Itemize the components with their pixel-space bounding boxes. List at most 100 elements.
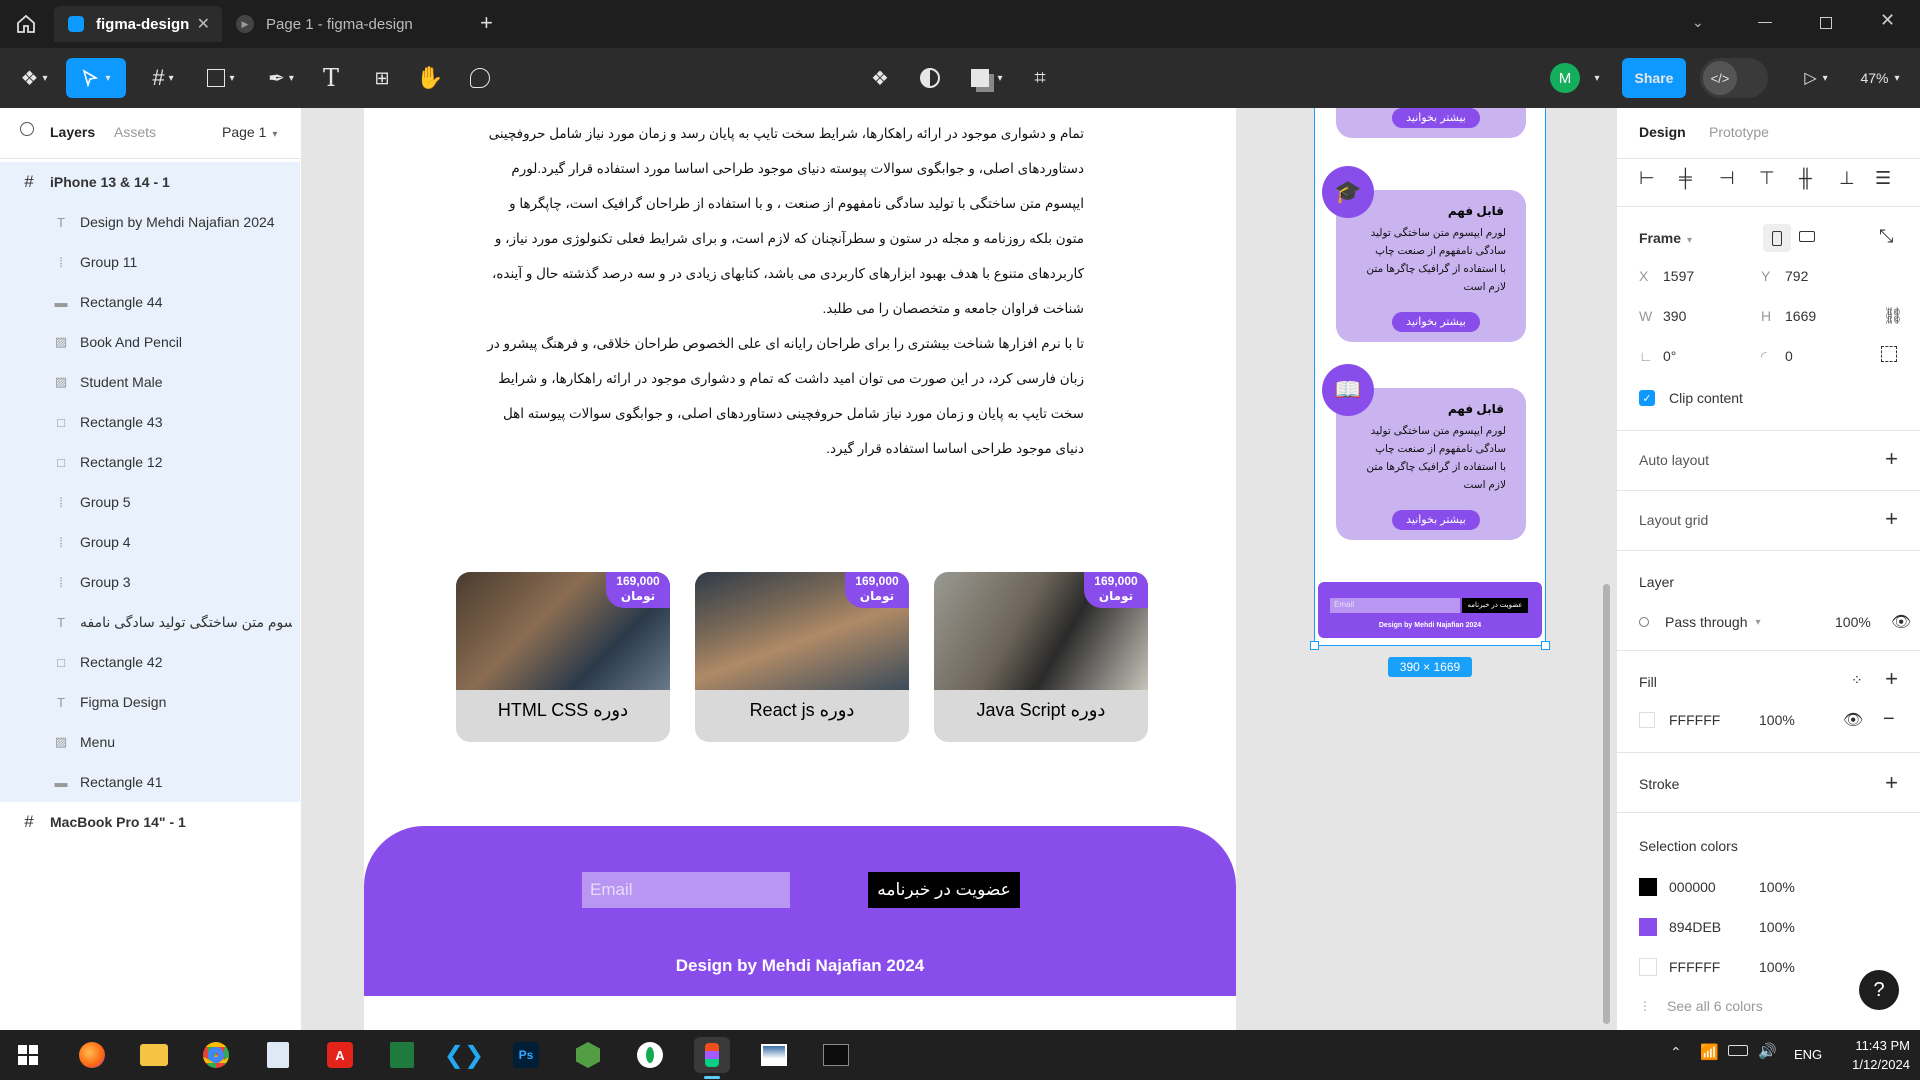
desktop-frame[interactable]: تمام و دشواری موجود در ارائه راهکارها، ش… [364,108,1236,1030]
add-fill-icon[interactable]: + [1885,666,1898,692]
add-auto-layout-icon[interactable]: + [1885,446,1898,472]
fill-row[interactable]: FFFFFF 100% [1639,712,1795,728]
align-left-icon[interactable]: ⊢ [1639,168,1655,189]
battery-icon[interactable] [1728,1045,1748,1056]
layer-row[interactable]: □ Rectangle 42 [0,642,300,682]
zoom-dropdown[interactable]: 47% ▾ [1852,58,1908,98]
crop-icon[interactable]: ⌗ [1022,58,1058,98]
h-field[interactable]: H 1669 [1761,300,1871,332]
move-tool-icon[interactable]: ▾ [66,58,126,98]
blend-mode-dropdown[interactable]: Pass through ▾ [1639,614,1761,630]
file-explorer-icon[interactable] [136,1037,172,1073]
selection-color-row[interactable]: 000000 100% [1639,878,1795,896]
course-card-react[interactable]: 169,000 تومان React js دوره [695,572,909,742]
mongodb-icon[interactable] [632,1037,668,1073]
tab-assets[interactable]: Assets [114,124,156,140]
close-window-icon[interactable]: ✕ [1880,10,1895,31]
frame-tool-icon[interactable]: # ▾ [140,58,186,98]
style-grid-icon[interactable]: ⁘ [1851,672,1863,689]
volume-icon[interactable]: 🔊 [1758,1042,1777,1060]
constrain-proportions-icon[interactable]: ⛓ [1883,306,1903,326]
photos-icon[interactable] [756,1037,792,1073]
vscode-icon[interactable]: ❮❯ [444,1037,484,1073]
firefox-icon[interactable] [74,1037,110,1073]
tab-prototype[interactable]: Prototype [1709,124,1769,140]
minimize-icon[interactable] [1758,22,1772,23]
canvas[interactable]: تمام و دشواری موجود در ارائه راهکارها، ش… [302,108,1616,1030]
tab-design[interactable]: Design [1639,124,1686,140]
align-top-icon[interactable]: ⊤ [1759,168,1775,189]
layer-row[interactable]: ▬ Rectangle 44 [0,282,300,322]
comment-tool-icon[interactable] [462,58,498,98]
rectangle-tool-icon[interactable]: ▾ [198,58,244,98]
layer-row[interactable]: ⁞ Group 3 [0,562,300,602]
layer-row[interactable]: ▨ Menu [0,722,300,762]
align-center-v-icon[interactable]: ╫ [1799,168,1812,189]
resize-handle[interactable] [1310,641,1319,650]
y-field[interactable]: Y 792 [1761,260,1871,292]
main-menu-icon[interactable]: ❖ ▾ [14,58,54,98]
new-tab-icon[interactable]: + [480,10,493,36]
chevron-up-icon[interactable]: ⌃ [1670,1044,1682,1061]
layer-opacity[interactable]: 100% [1835,614,1871,630]
mask-icon[interactable] [912,58,948,98]
x-field[interactable]: X 1597 [1639,260,1749,292]
tab-figma-design[interactable]: figma-design ✕ [54,6,222,42]
terminal-icon[interactable] [818,1037,854,1073]
frame-dropdown[interactable]: Frame ▾ [1639,230,1692,246]
align-center-h-icon[interactable]: ╪ [1679,168,1692,189]
course-card-html[interactable]: 169,000 تومان HTML CSS دوره [456,572,670,742]
layer-row[interactable]: T لورم ایپسوم متن ساختگی تولید سادگی نامف… [0,602,300,642]
clock[interactable]: 11:43 PM 1/12/2024 [1830,1036,1910,1074]
language-indicator[interactable]: ENG [1794,1047,1822,1062]
layer-row[interactable]: ⁞ Group 5 [0,482,300,522]
layer-row[interactable]: ▬ Rectangle 41 [0,762,300,802]
radius-field[interactable]: ◜ 0 [1761,340,1871,372]
eye-icon[interactable]: 👁 [1891,612,1911,632]
excel-icon[interactable] [384,1037,420,1073]
photoshop-icon[interactable]: Ps [508,1037,544,1073]
notepad-icon[interactable] [260,1037,296,1073]
tab-page-1[interactable]: ▶ Page 1 - figma-design [236,6,466,42]
clip-content-checkbox[interactable]: ✓ Clip content [1639,390,1743,406]
w-field[interactable]: W 390 [1639,300,1749,332]
eye-icon[interactable]: 👁 [1843,710,1863,730]
layer-row[interactable]: ⁞ Group 4 [0,522,300,562]
chrome-icon[interactable] [198,1037,234,1073]
home-icon[interactable] [14,12,38,36]
figma-icon[interactable] [694,1037,730,1073]
acrobat-icon[interactable]: A [322,1037,358,1073]
add-layout-grid-icon[interactable]: + [1885,506,1898,532]
portrait-icon[interactable] [1763,224,1791,252]
email-input[interactable]: Email [582,872,790,908]
align-bottom-icon[interactable]: ⊥ [1839,168,1855,189]
wifi-icon[interactable]: 📶 [1700,1043,1719,1061]
selection-color-row[interactable]: 894DEB 100% [1639,918,1795,936]
vertical-scrollbar[interactable] [1603,584,1610,1024]
add-stroke-icon[interactable]: + [1885,770,1898,796]
pen-tool-icon[interactable]: ✒ ▾ [258,58,304,98]
component-icon[interactable]: ❖ [862,58,898,98]
align-right-icon[interactable]: ⊣ [1719,168,1735,189]
hand-tool-icon[interactable]: ✋ [412,58,448,98]
see-all-colors-link[interactable]: ⋮ See all 6 colors [1639,998,1763,1014]
boolean-icon[interactable]: ▾ [964,58,1010,98]
layer-row[interactable]: ▨ Book And Pencil [0,322,300,362]
help-button[interactable]: ? [1859,970,1899,1010]
resize-handle[interactable] [1541,641,1550,650]
resize-to-fit-icon[interactable]: ⤡ [1879,226,1893,247]
layer-row[interactable]: ▨ Student Male [0,362,300,402]
present-icon[interactable]: ▷ ▾ [1796,58,1836,98]
remove-fill-icon[interactable]: − [1883,708,1895,731]
dev-mode-toggle[interactable]: </> [1700,58,1768,98]
layer-row[interactable]: T Figma Design [0,682,300,722]
resources-icon[interactable]: ⊞ [364,58,400,98]
share-button[interactable]: Share [1622,58,1686,98]
layer-row[interactable]: T Design by Mehdi Najafian 2024 [0,202,300,242]
avatar[interactable]: M [1550,58,1580,98]
layer-row[interactable]: # iPhone 13 & 14 - 1 [0,162,300,202]
distribute-icon[interactable]: ☰ [1875,168,1891,189]
tab-layers[interactable]: Layers [50,124,95,140]
restore-icon[interactable] [1820,17,1832,29]
search-icon[interactable] [20,122,34,136]
